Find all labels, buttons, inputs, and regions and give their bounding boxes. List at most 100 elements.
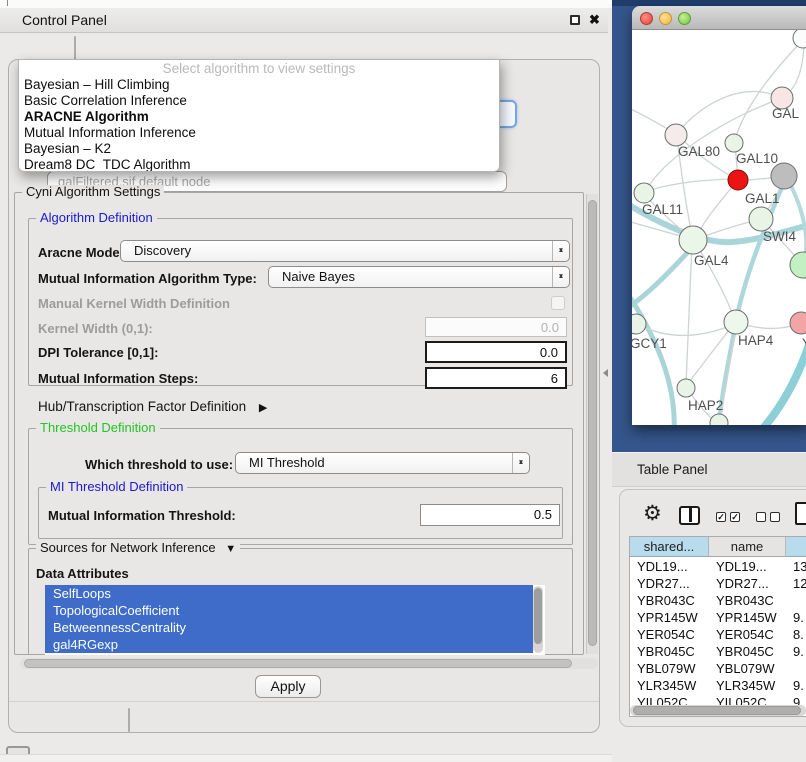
table-cell[interactable]: YBR045C [630, 643, 709, 660]
network-canvas[interactable]: GALGAL80GAL10GAL1GAL11SWI4GAL4GCY1HAP4YH… [632, 30, 806, 425]
network-node-gal11[interactable] [634, 183, 654, 203]
data-attributes-list[interactable]: SelfLoopsTopologicalCoefficientBetweenne… [45, 585, 545, 655]
algorithm-option[interactable]: Dream8 DC_TDC Algorithm [19, 157, 499, 172]
network-node[interactable] [790, 252, 806, 278]
settings-horizontal-scrollbar-thumb[interactable] [24, 659, 572, 668]
attribute-item[interactable]: SelfLoops [45, 585, 533, 602]
network-node-gal4[interactable] [679, 226, 707, 254]
close-traffic-light[interactable] [640, 12, 653, 25]
column-header[interactable]: shared... [630, 537, 709, 557]
table-cell[interactable]: YPR145W [709, 609, 786, 626]
kernel-width-input[interactable]: 0.0 [425, 317, 567, 337]
table-cell[interactable]: 8. [786, 626, 806, 643]
network-node-gal80[interactable] [665, 124, 687, 146]
tab-impute-data[interactable]: Impute Data [129, 709, 130, 731]
unchecked-box-icon[interactable] [770, 512, 780, 522]
algorithm-option[interactable]: Bayesian – K2 [19, 141, 499, 157]
column-header[interactable]: A [786, 537, 806, 557]
attribute-item[interactable]: BetweennessCentrality [45, 619, 533, 636]
data-attributes-label: Data Attributes [36, 566, 129, 581]
bottom-tab-strip: Impute DataDiscretize DataInfer Network [128, 708, 130, 732]
table-cell[interactable]: YBL079W [709, 660, 786, 677]
table-cell[interactable]: YPR145W [630, 609, 709, 626]
checked-box-icon[interactable]: ✓ [730, 512, 740, 522]
mi-steps-input[interactable]: 6 [425, 367, 567, 389]
tab-discretize-data[interactable]: Discretize Data [129, 709, 130, 731]
algorithm-option[interactable]: Mutual Information Inference [19, 125, 499, 141]
node-table: shared...nameAYDL19...YDL19...13YDR27...… [629, 536, 806, 717]
settings-vertical-scrollbar-thumb[interactable] [588, 200, 597, 646]
gear-icon[interactable]: ⚙ [643, 503, 662, 525]
node-label: SWI4 [763, 229, 796, 244]
table-cell[interactable]: YDR27... [709, 575, 786, 592]
network-node-swi4[interactable] [749, 207, 773, 231]
table-cell[interactable]: 9. [786, 609, 806, 626]
network-node-gal1[interactable] [728, 170, 748, 190]
attributes-scrollbar-thumb[interactable] [534, 588, 542, 644]
table-cell[interactable]: 9. [786, 677, 806, 694]
columns-icon[interactable] [679, 506, 700, 525]
network-window-titlebar[interactable] [632, 6, 806, 30]
network-node-gal10[interactable] [725, 134, 743, 152]
hub-section-toggle[interactable]: Hub/Transcription Factor Definition ▶ [38, 399, 267, 414]
table-cell[interactable]: 13 [786, 558, 806, 575]
float-window-icon[interactable] [570, 15, 580, 25]
network-node[interactable] [793, 30, 806, 48]
algorithm-option[interactable]: ARACNE Algorithm [19, 109, 499, 125]
table-cell[interactable]: YLR345W [630, 677, 709, 694]
network-node-y[interactable] [790, 312, 806, 334]
dpi-tolerance-input[interactable]: 0.0 [425, 341, 567, 363]
tab-style[interactable]: Style [75, 37, 76, 59]
apply-button[interactable]: Apply [255, 675, 321, 698]
panel-divider [9, 701, 599, 702]
algorithm-option[interactable]: Basic Correlation Inference [19, 93, 499, 109]
table-horizontal-scrollbar-thumb[interactable] [633, 706, 801, 715]
aracne-mode-select[interactable]: Discovery ▲▼ [120, 240, 570, 262]
tab-cyni-toolbox[interactable]: Cyni Toolbox [75, 37, 76, 59]
mi-type-select[interactable]: Naive Bayes ▲▼ [268, 266, 570, 288]
table-cell[interactable]: 12 [786, 575, 806, 592]
zoom-traffic-light[interactable] [678, 12, 691, 25]
table-cell[interactable]: YBR043C [630, 592, 709, 609]
table-cell[interactable]: YBR045C [709, 643, 786, 660]
table-cell[interactable]: 9. [786, 643, 806, 660]
table-cell[interactable]: YLR345W [709, 677, 786, 694]
tab-select[interactable]: Select [75, 37, 76, 59]
tab-infer-network[interactable]: Infer Network [129, 709, 130, 731]
table-cell[interactable]: YER054C [709, 626, 786, 643]
minimize-traffic-light[interactable] [659, 12, 672, 25]
close-icon[interactable]: ✖ [589, 12, 600, 28]
attribute-item[interactable]: TopologicalCoefficient [45, 602, 533, 619]
checked-box-icon[interactable]: ✓ [716, 512, 726, 522]
algorithm-combo-focus-cap[interactable] [500, 100, 517, 128]
algorithm-option[interactable]: Bayesian – Hill Climbing [19, 77, 499, 93]
column-header[interactable]: name [709, 537, 786, 557]
table-cell[interactable] [786, 660, 806, 677]
table-cell[interactable]: YER054C [630, 626, 709, 643]
node-label: GAL11 [642, 202, 683, 217]
document-icon[interactable] [795, 502, 806, 525]
unchecked-box-icon[interactable] [756, 512, 766, 522]
network-node-hap2[interactable] [677, 379, 695, 397]
tab-network[interactable]: Network [75, 37, 76, 59]
sources-group-toggle[interactable]: Sources for Network Inference ▼ [36, 541, 240, 555]
node-label: GAL10 [736, 151, 778, 166]
table-cell[interactable]: YDR27... [630, 575, 709, 592]
node-label: HAP2 [688, 398, 723, 413]
network-node-hap4[interactable] [724, 310, 748, 334]
table-cell[interactable] [786, 592, 806, 609]
mi-threshold-input[interactable]: 0.5 [420, 504, 560, 526]
which-threshold-select[interactable]: MI Threshold ▲▼ [235, 452, 530, 474]
table-cell[interactable]: YBL079W [630, 660, 709, 677]
table-cell[interactable]: YBR043C [709, 592, 786, 609]
table-cell[interactable]: YDL19... [709, 558, 786, 575]
algorithm-dropdown-popup: Select algorithm to view settings Bayesi… [18, 59, 500, 172]
network-node[interactable] [710, 414, 728, 425]
network-edge [678, 92, 782, 133]
network-node[interactable] [771, 163, 797, 189]
tab-jactivemnodules[interactable]: jActiveMNodules [75, 37, 76, 59]
table-cell[interactable]: YDL19... [630, 558, 709, 575]
panel-collapse-handle[interactable] [603, 369, 608, 377]
attribute-item[interactable]: gal4RGexp [45, 636, 533, 653]
manual-kernel-checkbox[interactable] [551, 296, 565, 310]
